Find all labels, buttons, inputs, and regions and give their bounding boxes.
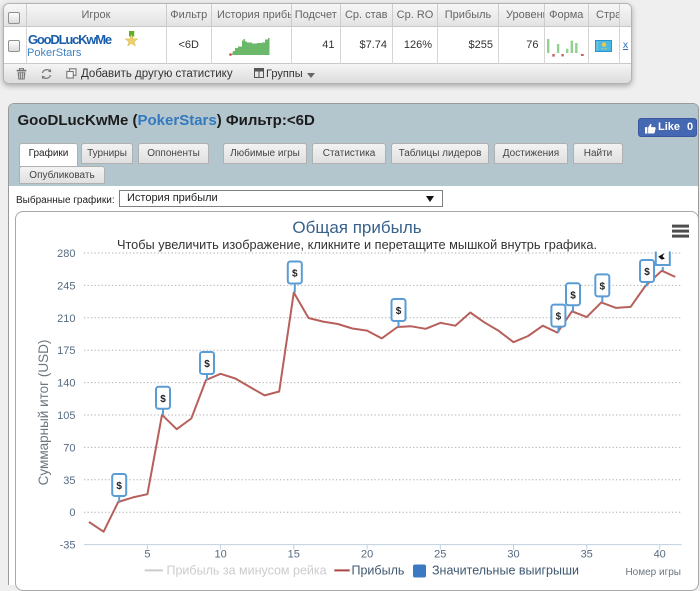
svg-text:10: 10 xyxy=(214,549,226,561)
svg-text:Номер игры: Номер игры xyxy=(625,567,681,578)
svg-text:Чтобы увеличить изображение, к: Чтобы увеличить изображение, кликните и … xyxy=(117,237,597,252)
svg-text:Значительные выигрыши: Значительные выигрыши xyxy=(432,564,579,578)
svg-text:40: 40 xyxy=(654,549,666,561)
svg-text:210: 210 xyxy=(57,313,75,325)
svg-text:$: $ xyxy=(570,290,576,301)
svg-text:15: 15 xyxy=(288,549,300,561)
svg-text:Прибыль: Прибыль xyxy=(352,564,405,578)
svg-text:$: $ xyxy=(160,394,166,405)
svg-text:$: $ xyxy=(556,312,562,323)
svg-text:$: $ xyxy=(116,481,122,492)
svg-text:Общая прибыль: Общая прибыль xyxy=(292,218,421,237)
svg-text:$: $ xyxy=(644,267,650,278)
svg-text:$: $ xyxy=(204,359,210,370)
svg-text:140: 140 xyxy=(57,378,75,390)
svg-text:$: $ xyxy=(396,306,402,317)
svg-text:105: 105 xyxy=(57,410,75,422)
svg-text:35: 35 xyxy=(63,475,75,487)
svg-text:35: 35 xyxy=(581,549,593,561)
svg-text:70: 70 xyxy=(63,442,75,454)
svg-text:245: 245 xyxy=(57,280,75,292)
svg-text:Прибыль за минусом рейка: Прибыль за минусом рейка xyxy=(167,564,327,578)
svg-text:$: $ xyxy=(292,269,298,280)
svg-text:0: 0 xyxy=(69,507,75,519)
svg-text:Суммарный итог (USD): Суммарный итог (USD) xyxy=(36,340,51,486)
svg-text:20: 20 xyxy=(361,549,373,561)
svg-text:-35: -35 xyxy=(60,540,76,552)
svg-text:175: 175 xyxy=(57,345,75,357)
svg-text:$: $ xyxy=(600,281,606,292)
svg-text:280: 280 xyxy=(57,248,75,260)
svg-text:5: 5 xyxy=(144,549,150,561)
svg-text:30: 30 xyxy=(507,549,519,561)
svg-text:25: 25 xyxy=(434,549,446,561)
